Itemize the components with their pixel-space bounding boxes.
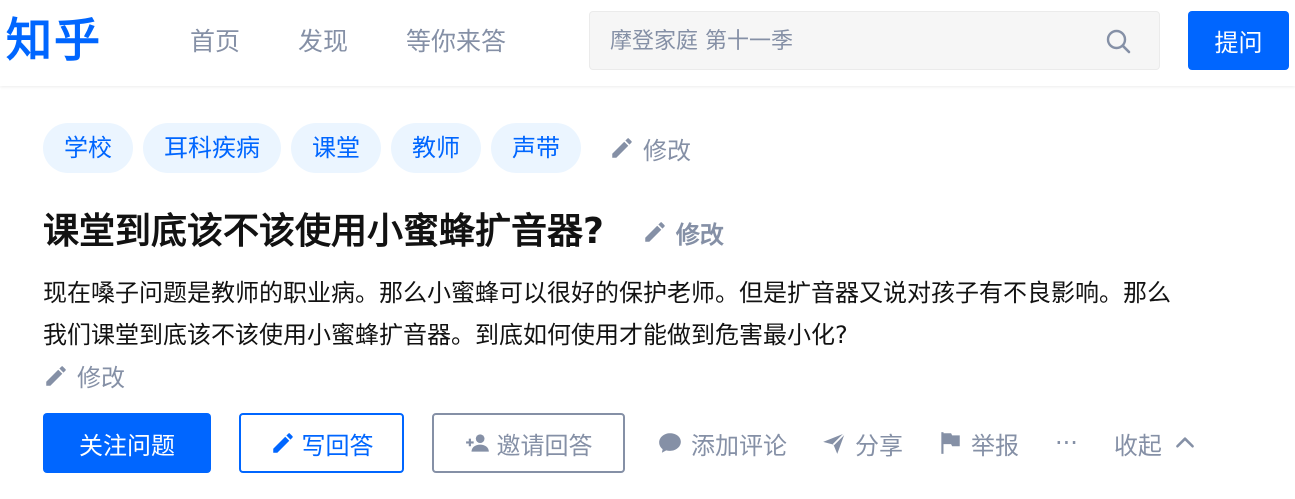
topic-tag[interactable]: 课堂 [291, 123, 381, 173]
follow-question-button[interactable]: 关注问题 [43, 413, 211, 473]
zhihu-logo[interactable]: 知乎 [6, 12, 102, 68]
paper-plane-icon [823, 432, 846, 454]
search-icon[interactable] [1104, 27, 1134, 57]
search-box [589, 11, 1160, 70]
question-title-row: 课堂到底该不该使用小蜜蜂扩音器? 修改 [43, 202, 724, 262]
comment-icon [659, 433, 681, 453]
topic-tag[interactable]: 学校 [43, 123, 133, 173]
add-comment-button[interactable]: 添加评论 [657, 426, 787, 461]
edit-description-button[interactable]: 修改 [43, 358, 125, 393]
nav-waiting-answers[interactable]: 等你来答 [406, 24, 506, 60]
add-user-icon [465, 434, 489, 452]
edit-label: 修改 [77, 364, 125, 392]
question-description: 现在嗓子问题是教师的职业病。那么小蜜蜂可以很好的保护老师。但是扩音器又说对孩子有… [43, 279, 1171, 349]
pencil-icon [645, 222, 665, 242]
topic-tag[interactable]: 教师 [391, 123, 481, 173]
main-nav: 首页 发现 等你来答 [190, 24, 564, 60]
write-answer-label: 写回答 [301, 431, 374, 460]
more-options-icon[interactable]: ··· [1055, 429, 1078, 457]
invite-answer-label: 邀请回答 [496, 431, 593, 460]
share-label: 分享 [855, 431, 903, 460]
nav-explore[interactable]: 发现 [298, 24, 348, 60]
nav-home[interactable]: 首页 [190, 24, 240, 60]
invite-answer-button[interactable]: 邀请回答 [432, 413, 625, 473]
edit-label: 修改 [675, 220, 724, 249]
topic-tag[interactable]: 耳科疾病 [143, 123, 281, 173]
add-comment-label: 添加评论 [691, 431, 787, 460]
edit-topics-button[interactable]: 修改 [609, 131, 691, 166]
edit-title-button[interactable]: 修改 [642, 215, 724, 250]
question-title: 课堂到底该不该使用小蜜蜂扩音器? [43, 211, 604, 252]
report-label: 举报 [971, 431, 1019, 460]
write-answer-button[interactable]: 写回答 [239, 413, 404, 473]
edit-label: 修改 [643, 136, 691, 165]
ask-question-button[interactable]: 提问 [1188, 11, 1289, 70]
topic-tag[interactable]: 声带 [491, 123, 581, 173]
collapse-label: 收起 [1113, 431, 1162, 460]
pencil-icon [272, 433, 293, 453]
question-actions: 关注问题 写回答 邀请回答 添加评论 分享 举报 ··· 收起 [43, 413, 1198, 473]
flag-icon [941, 432, 960, 454]
search-input[interactable] [610, 24, 1080, 58]
chevron-up-icon [1176, 437, 1194, 448]
topic-tags: 学校 耳科疾病 课堂 教师 声带 修改 [43, 123, 691, 173]
collapse-button[interactable]: 收起 [1114, 426, 1198, 461]
report-button[interactable]: 举报 [937, 426, 1019, 461]
pencil-icon [612, 138, 632, 158]
share-button[interactable]: 分享 [821, 426, 903, 461]
pencil-icon [46, 365, 66, 386]
top-header: 知乎 首页 发现 等你来答 提问 [0, 0, 1295, 86]
